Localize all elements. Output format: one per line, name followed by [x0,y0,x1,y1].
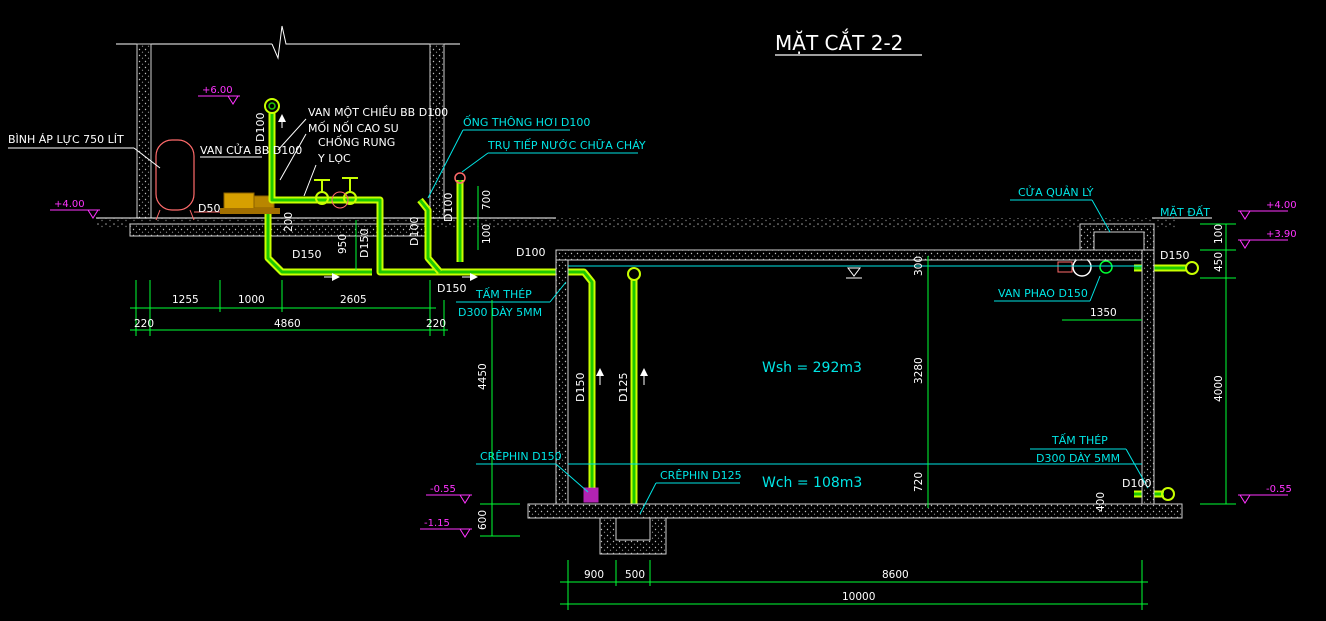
dim-220-right: 220 [426,318,446,330]
pipe-label-d100-horiz: D100 [516,246,545,259]
dim-400: 400 [1095,492,1107,512]
label-float-valve: VAN PHAO D150 [998,287,1088,300]
pipe-label-d150-a: D150 [292,248,321,261]
pipe-label-d100-vent: D100 [408,217,421,246]
pipe-label-d100-bottom: D100 [1122,477,1151,490]
dim-900: 900 [584,569,604,581]
dim-4000: 4000 [1213,375,1225,402]
label-check-valve: VAN MỘT CHIỀU BB D100 [308,105,448,119]
volume-wch: Wch = 108m3 [762,475,862,491]
pipe-label-d100-riser: D100 [254,113,267,142]
pipe-label-d150-b: D150 [358,229,371,258]
label-gate-valve: VAN CỬA BB D100 [200,143,302,157]
dim-2605: 2605 [340,294,367,306]
label-rubber-joint-1: MỐI NỐI CAO SU [308,121,399,135]
pipe-label-d125-suction: D125 [617,373,630,402]
dim-1000: 1000 [238,294,265,306]
elev-m055-left: -0.55 [430,484,456,495]
label-steel-plate-1a: TẤM THÉP [475,287,532,301]
dim-100-b: 100 [1213,224,1225,244]
dim-3280: 3280 [913,357,925,384]
label-vent-pipe: ỐNG THÔNG HƠI D100 [463,115,590,129]
label-steel-plate-1b: D300 DÀY 5MM [458,306,542,319]
pipe-label-d50: D50 [198,202,220,215]
elev-400-left: +4.00 [54,199,85,210]
label-strainer-125: CRÊPHIN D125 [660,469,742,482]
elev-400-right: +4.00 [1266,200,1297,211]
elev-m055-right: -0.55 [1266,484,1292,495]
label-steel-plate-2a: TẤM THÉP [1051,433,1108,447]
pipe-label-d150-suction: D150 [574,373,587,402]
dim-1350: 1350 [1090,307,1117,319]
elev-390: +3.90 [1266,229,1297,240]
elev-600: +6.00 [202,85,233,96]
dim-450: 450 [1213,252,1225,272]
label-manhole: CỬA QUẢN LÝ [1018,185,1094,199]
dim-1255: 1255 [172,294,199,306]
dim-4860: 4860 [274,318,301,330]
dim-500: 500 [625,569,645,581]
dim-200: 200 [283,212,295,232]
label-hydrant: TRỤ TIẾP NƯỚC CHỮA CHÁY [487,138,646,152]
label-rubber-joint-2: CHỐNG RUNG [318,135,395,149]
dim-100-a: 100 [481,224,493,244]
label-steel-plate-2b: D300 DÀY 5MM [1036,452,1120,465]
dim-10000: 10000 [842,591,875,603]
drawing-title: MẶT CẮT 2-2 [775,29,903,55]
dim-220-left: 220 [134,318,154,330]
label-y-filter: Y LỌC [317,152,351,165]
pipe-label-d100-hydrant: D100 [442,193,455,222]
label-ground: MẶT ĐẤT [1160,205,1210,219]
section-drawing: MẶT CẮT 2-2 BÌNH ÁP LỰC 750 LÍT VAN MỘT … [8,25,1297,610]
dim-300: 300 [913,256,925,276]
elev-m115: -1.15 [424,518,450,529]
dim-720: 720 [913,472,925,492]
label-pressure-tank: BÌNH ÁP LỰC 750 LÍT [8,133,124,146]
volume-wsh: Wsh = 292m3 [762,360,862,376]
dim-600: 600 [477,510,489,530]
dim-950: 950 [337,234,349,254]
dim-8600: 8600 [882,569,909,581]
pipe-label-d150-float: D150 [1160,249,1189,262]
dim-700: 700 [481,190,493,210]
pipe-label-d150-c: D150 [437,282,466,295]
dim-4450: 4450 [477,363,489,390]
